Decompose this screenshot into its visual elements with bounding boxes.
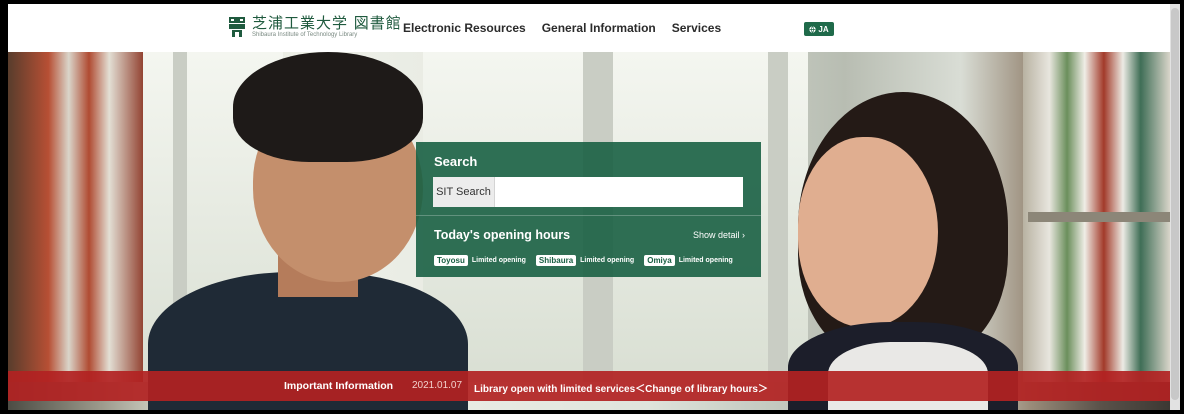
scrollbar-thumb[interactable] bbox=[1171, 8, 1179, 400]
campus-shibaura-status: Limited opening bbox=[580, 257, 635, 264]
logo-japanese-text: 芝浦工業大学 図書館 bbox=[252, 14, 402, 32]
campus-hours-list: Toyosu Limited opening Shibaura Limited … bbox=[434, 255, 739, 266]
campus-toyosu-status: Limited opening bbox=[471, 257, 526, 264]
nav-general-information[interactable]: General Information bbox=[542, 21, 656, 35]
language-label: JA bbox=[818, 24, 829, 34]
nav-electronic-resources[interactable]: Electronic Resources bbox=[403, 21, 526, 35]
panel-divider bbox=[416, 215, 761, 216]
page: 芝浦工業大学 図書館 Shibaura Institute of Technol… bbox=[8, 4, 1170, 410]
language-switch-button[interactable]: JA bbox=[804, 22, 834, 36]
site-header: 芝浦工業大学 図書館 Shibaura Institute of Technol… bbox=[8, 4, 1170, 52]
search-box: SIT Search bbox=[433, 177, 743, 207]
woman-photo-face bbox=[798, 137, 938, 327]
library-logo[interactable]: 芝浦工業大学 図書館 Shibaura Institute of Technol… bbox=[228, 15, 402, 39]
bookshelf-left bbox=[8, 52, 143, 382]
campus-toyosu: Toyosu bbox=[434, 255, 468, 266]
campus-omiya: Omiya bbox=[644, 255, 675, 266]
campus-omiya-status: Limited opening bbox=[678, 257, 733, 264]
globe-icon bbox=[809, 25, 817, 33]
nav-services[interactable]: Services bbox=[672, 21, 721, 35]
browser-frame: 芝浦工業大学 図書館 Shibaura Institute of Technol… bbox=[0, 0, 1184, 414]
important-date: 2021.01.07 bbox=[412, 380, 463, 391]
important-information-bar: Important Information 2021.01.07 Library… bbox=[8, 371, 1170, 401]
important-label: Important Information bbox=[284, 380, 394, 392]
logo-emblem-icon bbox=[228, 16, 246, 38]
search-scope-label[interactable]: SIT Search bbox=[433, 177, 495, 207]
important-notice-link[interactable]: Library open with limited services＜Chang… bbox=[474, 380, 768, 395]
show-detail-link[interactable]: Show detail › bbox=[693, 230, 745, 240]
search-panel: Search SIT Search Today's opening hours … bbox=[416, 142, 761, 277]
main-nav: Electronic Resources General Information… bbox=[403, 21, 721, 35]
search-title: Search bbox=[434, 154, 478, 169]
logo-english-text: Shibaura Institute of Technology Library bbox=[252, 32, 358, 38]
hero-image: Search SIT Search Today's opening hours … bbox=[8, 52, 1170, 410]
opening-hours-title: Today's opening hours bbox=[434, 228, 571, 242]
search-input[interactable] bbox=[495, 177, 743, 207]
campus-shibaura: Shibaura bbox=[535, 255, 577, 266]
